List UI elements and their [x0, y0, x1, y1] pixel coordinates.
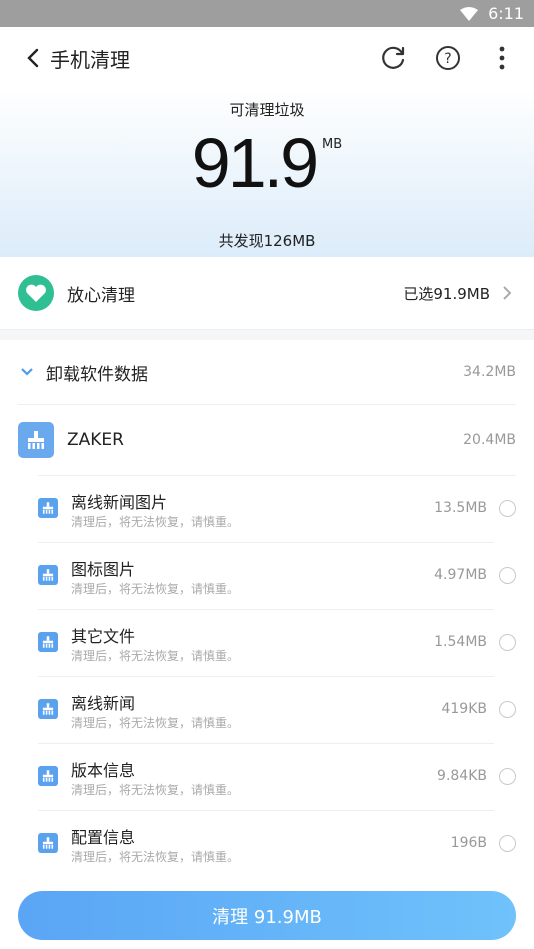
junk-label: 可清理垃圾	[229, 101, 305, 119]
clean-button[interactable]: 清理 91.9MB	[18, 891, 516, 940]
junk-amount: 91.9	[191, 124, 319, 202]
broom-icon	[38, 632, 58, 652]
broom-icon	[38, 565, 58, 585]
list-item[interactable]: 离线新闻 清理后，将无法恢复，请慎重。 419KB	[0, 677, 534, 744]
select-radio[interactable]	[499, 768, 516, 785]
list-item[interactable]: 版本信息 清理后，将无法恢复，请慎重。 9.84KB	[0, 744, 534, 811]
item-size: 1.54MB	[434, 634, 487, 650]
item-title: 图标图片	[71, 560, 136, 579]
chevron-down-icon	[20, 367, 34, 377]
item-title: 配置信息	[71, 828, 136, 847]
broom-icon	[38, 699, 58, 719]
junk-unit: MB	[322, 137, 343, 152]
item-subtitle: 清理后，将无法恢复，请慎重。	[71, 783, 240, 797]
junk-summary: 可清理垃圾 91.9 MB 共发现126MB	[0, 89, 534, 257]
help-icon: ?	[436, 46, 460, 70]
uninstalled-data-group[interactable]: 卸载软件数据 34.2MB	[0, 340, 534, 404]
item-size: 196B	[450, 835, 487, 851]
status-time: 6:11	[488, 4, 524, 23]
broom-icon	[18, 422, 54, 458]
select-radio[interactable]	[499, 835, 516, 852]
select-radio[interactable]	[499, 567, 516, 584]
list-item[interactable]: 其它文件 清理后，将无法恢复，请慎重。 1.54MB	[0, 610, 534, 677]
refresh-icon	[382, 46, 405, 69]
back-button[interactable]	[18, 43, 48, 73]
item-title: 其它文件	[71, 627, 136, 646]
status-bar: 6:11	[0, 0, 534, 27]
heart-icon	[18, 275, 54, 311]
group-size: 34.2MB	[463, 364, 516, 380]
select-radio[interactable]	[499, 500, 516, 517]
item-title: 离线新闻图片	[71, 493, 168, 512]
safe-clean-label: 放心清理	[67, 285, 135, 306]
list-item[interactable]: 离线新闻图片 清理后，将无法恢复，请慎重。 13.5MB	[0, 476, 534, 543]
help-button[interactable]: ?	[430, 40, 466, 76]
broom-icon	[38, 498, 58, 518]
safe-clean-row[interactable]: 放心清理 已选91.9MB	[0, 257, 534, 330]
group-label: 卸载软件数据	[46, 364, 148, 385]
app-name: ZAKER	[67, 430, 124, 450]
item-size: 9.84KB	[437, 768, 487, 784]
app-bar: 手机清理 ?	[0, 27, 534, 89]
select-radio[interactable]	[499, 634, 516, 651]
page-title: 手机清理	[50, 47, 130, 72]
item-title: 离线新闻	[71, 694, 136, 713]
app-size: 20.4MB	[463, 432, 516, 448]
junk-item-list: 离线新闻图片 清理后，将无法恢复，请慎重。 13.5MB 图标图片 清理后，将无…	[0, 476, 534, 878]
app-row-zaker[interactable]: ZAKER 20.4MB	[0, 405, 534, 475]
list-item[interactable]: 图标图片 清理后，将无法恢复，请慎重。 4.97MB	[0, 543, 534, 610]
select-radio[interactable]	[499, 701, 516, 718]
wifi-icon	[460, 6, 479, 21]
safe-clean-selected: 已选91.9MB	[403, 284, 490, 303]
chevron-right-icon	[502, 285, 512, 301]
refresh-button[interactable]	[376, 40, 412, 76]
item-subtitle: 清理后，将无法恢复，请慎重。	[71, 515, 240, 529]
svg-text:?: ?	[444, 51, 451, 67]
broom-icon	[38, 766, 58, 786]
item-size: 4.97MB	[434, 567, 487, 583]
broom-icon	[38, 833, 58, 853]
item-size: 13.5MB	[434, 500, 487, 516]
item-subtitle: 清理后，将无法恢复，请慎重。	[71, 850, 240, 864]
item-subtitle: 清理后，将无法恢复，请慎重。	[71, 649, 240, 663]
item-subtitle: 清理后，将无法恢复，请慎重。	[71, 582, 240, 596]
item-size: 419KB	[441, 701, 487, 717]
found-total: 共发现126MB	[218, 232, 316, 250]
section-divider	[0, 330, 534, 340]
item-title: 版本信息	[71, 761, 136, 780]
more-button[interactable]	[484, 40, 520, 76]
list-item[interactable]: 配置信息 清理后，将无法恢复，请慎重。 196B	[0, 811, 534, 878]
back-arrow-icon	[27, 48, 39, 68]
item-subtitle: 清理后，将无法恢复，请慎重。	[71, 716, 240, 730]
more-icon	[499, 46, 505, 70]
